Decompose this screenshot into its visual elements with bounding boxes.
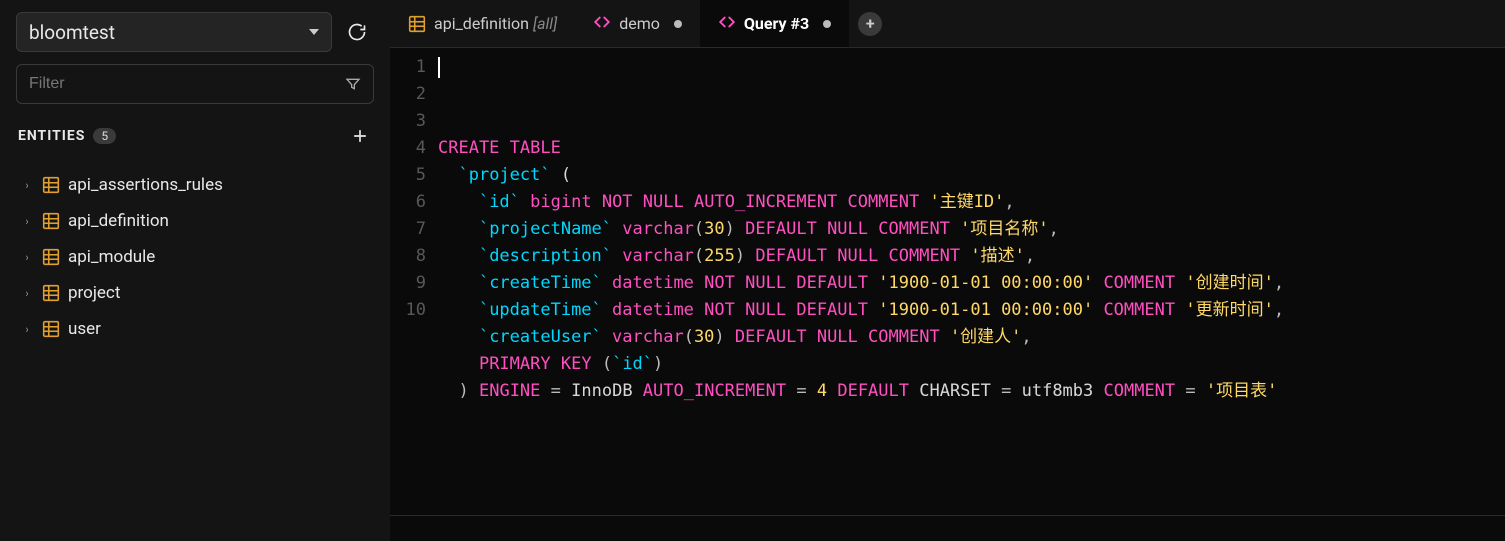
code-icon xyxy=(593,13,611,35)
entity-item[interactable]: › user xyxy=(16,312,374,346)
chevron-right-icon: › xyxy=(20,215,34,228)
line-number: 2 xyxy=(390,81,426,108)
caret-down-icon xyxy=(309,29,319,35)
line-number: 5 xyxy=(390,162,426,189)
table-icon xyxy=(408,15,426,33)
plus-icon xyxy=(350,126,370,146)
code-line[interactable]: `projectName` varchar(30) DEFAULT NULL C… xyxy=(438,216,1505,243)
code-line[interactable]: `updateTime` datetime NOT NULL DEFAULT '… xyxy=(438,297,1505,324)
sql-editor[interactable]: 12345678910 CREATE TABLE `project` ( `id… xyxy=(390,48,1505,515)
code-line[interactable]: `createTime` datetime NOT NULL DEFAULT '… xyxy=(438,270,1505,297)
entities-count-badge: 5 xyxy=(93,128,116,144)
line-number: 4 xyxy=(390,135,426,162)
entity-item[interactable]: › project xyxy=(16,276,374,310)
entity-item[interactable]: › api_assertions_rules xyxy=(16,168,374,202)
tab-bar: api_definition [all] demo Query #3 + xyxy=(390,0,1505,48)
code-line[interactable]: CREATE TABLE xyxy=(438,135,1505,162)
tab-label: Query #3 xyxy=(744,14,809,33)
chevron-right-icon: › xyxy=(20,179,34,192)
add-tab-button[interactable]: + xyxy=(849,0,891,47)
entities-heading: ENTITIES xyxy=(18,128,85,144)
line-number: 6 xyxy=(390,189,426,216)
text-cursor xyxy=(438,57,440,78)
sidebar: bloomtest ENTITIES 5 ›api_ xyxy=(0,0,390,541)
entity-item[interactable]: › api_module xyxy=(16,240,374,274)
code-line[interactable]: ) ENGINE = InnoDB AUTO_INCREMENT = 4 DEF… xyxy=(438,378,1505,405)
line-number: 1 xyxy=(390,54,426,81)
plus-icon: + xyxy=(858,12,882,36)
tab-label: api_definition [all] xyxy=(434,14,557,33)
entity-label: user xyxy=(68,319,101,339)
entity-tree: › api_assertions_rules › api_definition › api… xyxy=(16,168,374,346)
entity-label: api_module xyxy=(68,247,155,267)
entity-label: api_assertions_rules xyxy=(68,175,223,195)
entity-item[interactable]: › api_definition xyxy=(16,204,374,238)
filter-input-wrapper[interactable] xyxy=(16,64,374,104)
refresh-icon xyxy=(347,22,367,42)
chevron-right-icon: › xyxy=(20,287,34,300)
chevron-right-icon: › xyxy=(20,323,34,336)
entity-label: api_definition xyxy=(68,211,169,231)
tab[interactable]: Query #3 xyxy=(700,0,849,47)
tab[interactable]: demo xyxy=(575,0,700,47)
database-selector[interactable]: bloomtest xyxy=(16,12,332,52)
code-line[interactable]: `project` ( xyxy=(438,162,1505,189)
table-icon xyxy=(42,176,60,194)
chevron-right-icon: › xyxy=(20,251,34,264)
code-line[interactable]: `createUser` varchar(30) DEFAULT NULL CO… xyxy=(438,324,1505,351)
dirty-indicator-icon xyxy=(674,20,682,28)
database-name: bloomtest xyxy=(29,21,115,44)
tab[interactable]: api_definition [all] xyxy=(390,0,575,47)
line-number: 9 xyxy=(390,270,426,297)
editor-footer xyxy=(390,515,1505,541)
table-icon xyxy=(42,284,60,302)
filter-input[interactable] xyxy=(29,75,345,93)
line-gutter: 12345678910 xyxy=(390,54,438,515)
line-number: 7 xyxy=(390,216,426,243)
code-icon xyxy=(718,13,736,35)
tab-suffix: [all] xyxy=(533,14,557,33)
table-icon xyxy=(42,212,60,230)
dirty-indicator-icon xyxy=(823,20,831,28)
table-icon xyxy=(42,248,60,266)
line-number: 3 xyxy=(390,108,426,135)
entity-label: project xyxy=(68,283,120,303)
filter-icon xyxy=(345,76,361,92)
line-number: 10 xyxy=(390,297,426,324)
main-panel: api_definition [all] demo Query #3 + 123456… xyxy=(390,0,1505,541)
table-icon xyxy=(42,320,60,338)
refresh-button[interactable] xyxy=(340,15,374,49)
tab-label: demo xyxy=(619,14,660,33)
code-area[interactable]: CREATE TABLE `project` ( `id` bigint NOT… xyxy=(438,54,1505,515)
line-number: 8 xyxy=(390,243,426,270)
add-entity-button[interactable] xyxy=(348,124,372,148)
code-line[interactable]: `id` bigint NOT NULL AUTO_INCREMENT COMM… xyxy=(438,189,1505,216)
code-line[interactable]: PRIMARY KEY (`id`) xyxy=(438,351,1505,378)
code-line[interactable]: `description` varchar(255) DEFAULT NULL … xyxy=(438,243,1505,270)
